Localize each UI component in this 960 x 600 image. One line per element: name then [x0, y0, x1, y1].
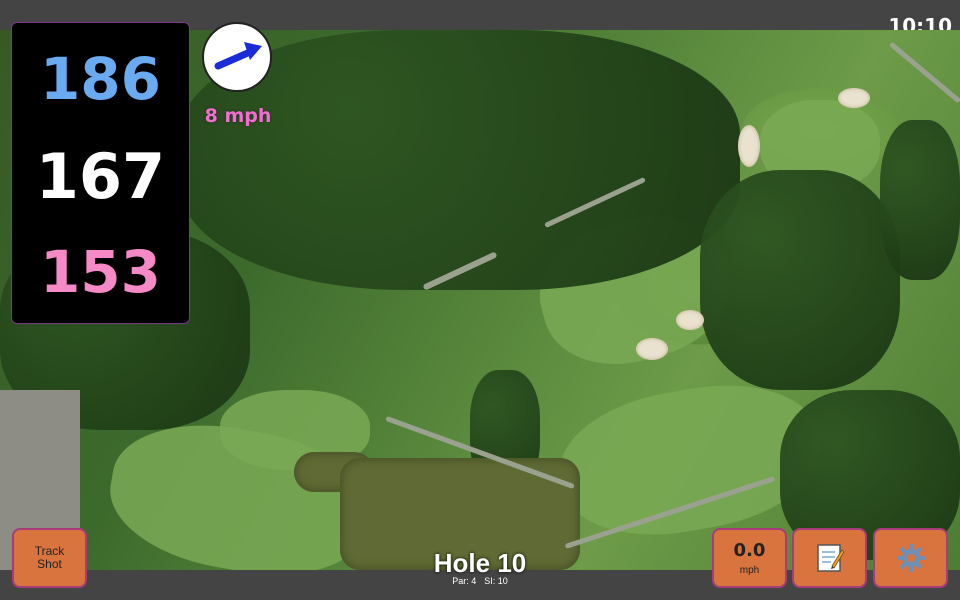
middle-distance: 167 — [35, 140, 166, 213]
speed-unit: mph — [739, 565, 760, 576]
hole-stroke-index: SI: 10 — [484, 576, 508, 586]
front-distance: 153 — [39, 238, 162, 306]
arrow-icon — [214, 42, 262, 70]
notepad-icon — [816, 544, 845, 572]
track-shot-label: Track Shot — [34, 544, 65, 571]
speed-button[interactable]: 0.0 mph — [712, 528, 787, 588]
wind-direction-dial — [202, 22, 272, 92]
hole-title: Hole 10 — [433, 548, 527, 578]
hole-par: Par: 4 — [452, 576, 477, 586]
speed-value: 0.0 — [733, 540, 766, 561]
back-distance: 186 — [39, 45, 162, 113]
track-shot-button[interactable]: Track Shot — [12, 528, 87, 588]
distance-panel: 186 167 153 — [11, 22, 190, 324]
hole-info: Par: 4 SI: 10 — [380, 576, 580, 586]
scorecard-button[interactable] — [792, 528, 867, 588]
gear-icon — [896, 544, 925, 572]
settings-button[interactable] — [873, 528, 948, 588]
wind-speed: 8 mph — [204, 105, 272, 127]
